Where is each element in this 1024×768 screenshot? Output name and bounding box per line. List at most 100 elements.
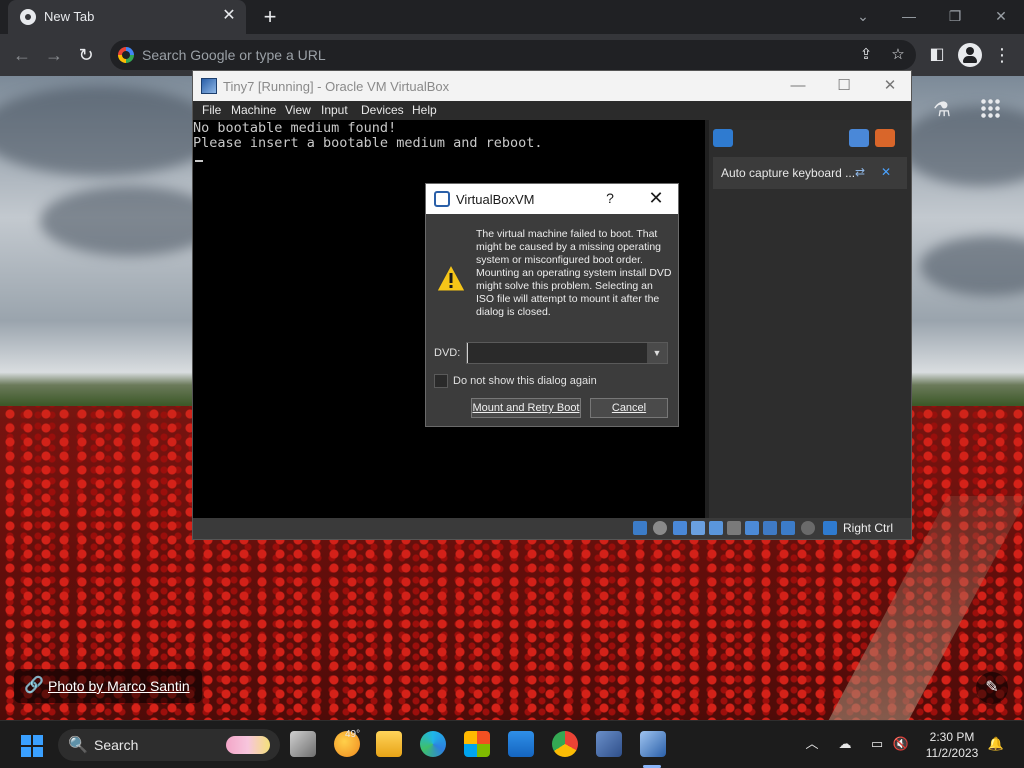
notification-close-icon[interactable]: ✕: [879, 165, 893, 179]
hard-disk-icon[interactable]: [633, 521, 647, 535]
tab-search-chevron-icon[interactable]: ⌄: [851, 5, 875, 27]
do-not-show-checkbox[interactable]: [434, 374, 448, 388]
do-not-show-label[interactable]: Do not show this dialog again: [453, 375, 597, 387]
start-button[interactable]: [21, 735, 43, 757]
virtualbox-menu-bar: File Machine View Input Devices Help: [193, 101, 911, 120]
mail-icon[interactable]: [508, 731, 534, 757]
back-button[interactable]: ←: [10, 43, 34, 67]
dvd-label: DVD:: [434, 347, 461, 359]
vbox-maximize-button[interactable]: ☐: [829, 75, 859, 97]
new-tab-button[interactable]: +: [258, 5, 282, 29]
menu-machine[interactable]: Machine: [231, 103, 276, 117]
tab-strip: New Tab ✕ + ⌄ — ❐ ✕: [0, 0, 1024, 34]
dialog-title: VirtualBoxVM: [456, 192, 535, 207]
usb-icon[interactable]: [709, 521, 723, 535]
forward-button[interactable]: →: [42, 43, 66, 67]
warning-icon: [436, 264, 466, 292]
microsoft-store-icon[interactable]: [464, 731, 490, 757]
vbox-close-button[interactable]: ✕: [875, 75, 905, 97]
cloud: [900, 106, 1024, 186]
tab-close-icon[interactable]: ✕: [220, 7, 238, 25]
sort-icon[interactable]: [849, 129, 869, 147]
cancel-button[interactable]: Cancel: [590, 398, 668, 418]
optical-drive-icon[interactable]: [653, 521, 667, 535]
customize-pencil-button[interactable]: ✎: [976, 672, 1008, 704]
mount-and-retry-button[interactable]: Mount and Retry Boot: [471, 398, 581, 418]
notification-toggle-icon[interactable]: ⇄: [853, 165, 867, 179]
dvd-select[interactable]: ▼: [466, 342, 668, 364]
cloud: [0, 86, 220, 176]
chevron-down-icon[interactable]: ▼: [647, 343, 667, 363]
link-icon: 🔗: [24, 677, 44, 694]
boot-message-line: Please insert a bootable medium and rebo…: [193, 135, 543, 151]
task-view-icon[interactable]: [290, 731, 316, 757]
shared-folders-icon[interactable]: [727, 521, 741, 535]
address-bar[interactable]: Search Google or type a URL ⇪ ☆: [110, 40, 916, 70]
keyboard-capture-icon[interactable]: [823, 521, 837, 535]
close-window-button[interactable]: ✕: [989, 5, 1013, 27]
notification-icon[interactable]: [713, 129, 733, 147]
cpu-icon[interactable]: [781, 521, 795, 535]
notification-center: Auto capture keyboard ... ⇄ ✕: [705, 120, 911, 518]
labs-flask-icon[interactable]: ⚗: [930, 98, 954, 122]
virtualbox-title-bar: Tiny7 [Running] - Oracle VM VirtualBox —…: [193, 71, 911, 101]
menu-view[interactable]: View: [285, 103, 311, 117]
show-hidden-icons-chevron-icon[interactable]: ︿: [803, 735, 821, 753]
boot-message-line: No bootable medium found!: [193, 120, 397, 136]
virtualbox-vm-icon[interactable]: [640, 731, 666, 757]
audio-icon[interactable]: [673, 521, 687, 535]
notifications-bell-icon[interactable]: 🔔: [987, 735, 1005, 753]
host-key-label: Right Ctrl: [843, 521, 894, 535]
onedrive-icon[interactable]: ☁: [836, 735, 854, 753]
dvd-input[interactable]: [467, 343, 647, 363]
weather-temperature: 49°: [345, 729, 361, 740]
virtualbox-manager-icon[interactable]: [596, 731, 622, 757]
chrome-icon: [20, 9, 36, 25]
photo-credit-text: Photo by Marco Santin: [48, 678, 190, 694]
clear-notifications-icon[interactable]: [875, 129, 895, 147]
restore-button[interactable]: ❐: [943, 5, 967, 27]
bookmark-star-icon[interactable]: ☆: [888, 45, 908, 65]
text-cursor: [195, 160, 203, 162]
photo-credit-link[interactable]: 🔗 Photo by Marco Santin: [14, 669, 202, 703]
mouse-integration-icon[interactable]: [801, 521, 815, 535]
recording-icon[interactable]: [763, 521, 777, 535]
virtualbox-dialog-icon: [434, 191, 450, 207]
tab-new-tab[interactable]: New Tab ✕: [8, 0, 246, 34]
system-clock[interactable]: 2:30 PM 11/2/2023: [922, 729, 982, 761]
virtualbox-status-bar: Right Ctrl: [193, 518, 911, 539]
virtualbox-app-icon: [201, 78, 217, 94]
display-icon[interactable]: [745, 521, 759, 535]
apps-grid-icon[interactable]: [980, 98, 1000, 118]
dialog-close-icon[interactable]: ✕: [646, 188, 666, 208]
notification-text: Auto capture keyboard ...: [721, 166, 856, 180]
network-icon[interactable]: [691, 521, 705, 535]
menu-help[interactable]: Help: [412, 103, 437, 117]
network-tray-icon[interactable]: ▭: [868, 735, 886, 753]
notification-item: Auto capture keyboard ... ⇄ ✕: [713, 157, 907, 189]
taskbar-search-box[interactable]: 🔍 Search: [58, 729, 280, 761]
reload-button[interactable]: ↻: [74, 43, 98, 67]
vbox-minimize-button[interactable]: —: [783, 75, 813, 97]
share-icon[interactable]: ⇪: [856, 45, 876, 65]
menu-file[interactable]: File: [202, 103, 221, 117]
help-icon[interactable]: ?: [602, 190, 618, 208]
menu-devices[interactable]: Devices: [361, 103, 404, 117]
edge-icon[interactable]: [420, 731, 446, 757]
profile-avatar[interactable]: [958, 43, 982, 67]
search-icon: 🔍: [68, 737, 88, 754]
file-explorer-icon[interactable]: [376, 731, 402, 757]
search-highlight-image: [226, 736, 270, 754]
google-icon: [118, 47, 134, 63]
chrome-taskbar-icon[interactable]: [552, 731, 578, 757]
taskbar: 🔍 Search 49° ︿ ☁ ▭ 🔇 2:30 PM 11/2/2023 🔔: [0, 720, 1024, 768]
volume-muted-icon[interactable]: 🔇: [892, 735, 910, 753]
clock-time: 2:30 PM: [929, 730, 975, 744]
taskbar-search-label: Search: [94, 737, 139, 753]
side-panel-icon[interactable]: ◧: [925, 43, 949, 67]
menu-input[interactable]: Input: [321, 103, 348, 117]
minimize-button[interactable]: —: [897, 5, 921, 27]
more-menu-icon[interactable]: ⋮: [990, 43, 1014, 67]
dialog-title-bar: VirtualBoxVM ? ✕: [426, 184, 678, 214]
dialog-message: The virtual machine failed to boot. That…: [476, 228, 672, 318]
